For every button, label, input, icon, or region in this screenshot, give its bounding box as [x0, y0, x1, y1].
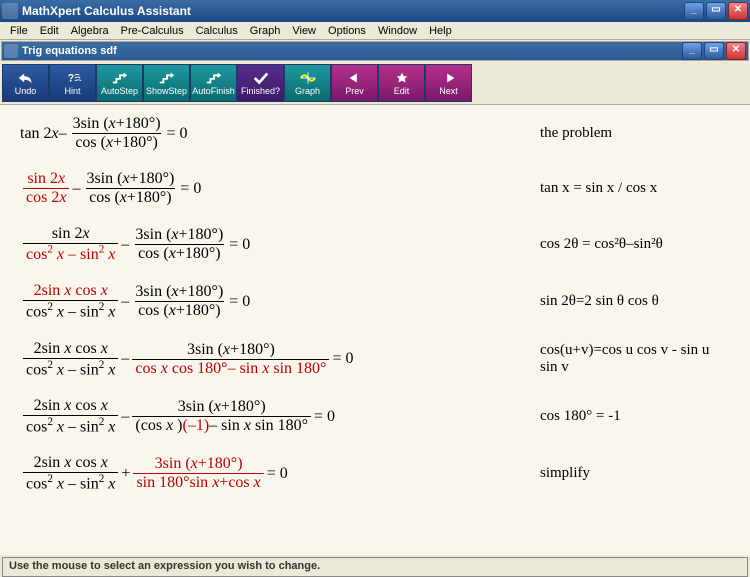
reason: cos(u+v)=cos u cos v - sin u sin v: [410, 342, 730, 376]
expression[interactable]: 2sin x cos xcos2 x – sin2 x + 3sin (x+18…: [20, 454, 410, 493]
menu-precalculus[interactable]: Pre-Calculus: [115, 23, 190, 39]
toolbar-prev-button[interactable]: Prev: [331, 64, 378, 102]
reason: cos 180° = -1: [410, 408, 730, 425]
toolbar-label: Edit: [394, 86, 410, 96]
expression[interactable]: 2sin x cos xcos2 x – sin2 x – 3sin (x+18…: [20, 397, 410, 436]
toolbar-edit-button[interactable]: Edit: [378, 64, 425, 102]
expression[interactable]: tan 2x – 3sin (x+180°)cos (x+180°) = 0: [20, 115, 410, 152]
reason: tan x = sin x / cos x: [410, 180, 730, 197]
doc-minimize-button[interactable]: _: [682, 42, 702, 60]
content-area[interactable]: tan 2x – 3sin (x+180°)cos (x+180°) = 0 t…: [0, 105, 750, 555]
toolbar-finished-button[interactable]: Finished?: [237, 64, 284, 102]
reason: cos 2θ = cos²θ–sin²θ: [410, 236, 730, 253]
close-button[interactable]: ✕: [728, 2, 748, 20]
menu-algebra[interactable]: Algebra: [65, 23, 115, 39]
step-row: tan 2x – 3sin (x+180°)cos (x+180°) = 0 t…: [20, 115, 730, 152]
toolbar-undo-button[interactable]: Undo: [2, 64, 49, 102]
doc-title: Trig equations sdf: [22, 45, 682, 57]
app-icon: [2, 3, 18, 19]
expression[interactable]: 2sin x cos xcos2 x – sin2 x – 3sin (x+18…: [20, 282, 410, 321]
menu-help[interactable]: Help: [423, 23, 458, 39]
menu-edit[interactable]: Edit: [34, 23, 65, 39]
status-bar: Use the mouse to select an expression yo…: [2, 557, 748, 577]
reason: sin 2θ=2 sin θ cos θ: [410, 293, 730, 310]
step-row: sin 2xcos2 x – sin2 x – 3sin (x+180°)cos…: [20, 225, 730, 264]
toolbar-label: Next: [439, 86, 458, 96]
toolbar-label: Graph: [295, 86, 320, 96]
expression[interactable]: 2sin x cos xcos2 x – sin2 x – 3sin (x+18…: [20, 340, 410, 379]
app-title: MathXpert Calculus Assistant: [22, 4, 684, 18]
menu-graph[interactable]: Graph: [244, 23, 287, 39]
toolbar: Undo? Hint AutoStep ShowStep AutoFinish Finis…: [0, 62, 750, 105]
toolbar-label: Prev: [345, 86, 364, 96]
expression[interactable]: sin 2xcos2 x – sin2 x – 3sin (x+180°)cos…: [20, 225, 410, 264]
toolbar-label: ShowStep: [146, 86, 187, 96]
toolbar-autostep-button[interactable]: AutoStep: [96, 64, 143, 102]
main-title-bar: MathXpert Calculus Assistant _ ▭ ✕: [0, 0, 750, 22]
menu-window[interactable]: Window: [372, 23, 423, 39]
toolbar-hint-button[interactable]: ? Hint: [49, 64, 96, 102]
toolbar-label: Finished?: [241, 86, 280, 96]
toolbar-label: AutoStep: [101, 86, 138, 96]
step-row: 2sin x cos xcos2 x – sin2 x – 3sin (x+18…: [20, 282, 730, 321]
toolbar-autofinish-button[interactable]: AutoFinish: [190, 64, 237, 102]
toolbar-showstep-button[interactable]: ShowStep: [143, 64, 190, 102]
doc-icon: [4, 44, 18, 58]
expression[interactable]: sin 2xcos 2x – 3sin (x+180°)cos (x+180°)…: [20, 170, 410, 207]
minimize-button[interactable]: _: [684, 2, 704, 20]
menu-view[interactable]: View: [286, 23, 322, 39]
reason: simplify: [410, 465, 730, 482]
toolbar-label: Hint: [64, 86, 80, 96]
doc-title-bar: Trig equations sdf _ ▭ ✕: [1, 41, 749, 61]
toolbar-graph-button[interactable]: Graph: [284, 64, 331, 102]
step-row: 2sin x cos xcos2 x – sin2 x + 3sin (x+18…: [20, 454, 730, 493]
toolbar-label: Undo: [15, 86, 37, 96]
step-row: 2sin x cos xcos2 x – sin2 x – 3sin (x+18…: [20, 340, 730, 379]
menu-bar: File Edit Algebra Pre-Calculus Calculus …: [0, 22, 750, 40]
toolbar-next-button[interactable]: Next: [425, 64, 472, 102]
menu-file[interactable]: File: [4, 23, 34, 39]
maximize-button[interactable]: ▭: [706, 2, 726, 20]
menu-calculus[interactable]: Calculus: [190, 23, 244, 39]
svg-text:?: ?: [67, 72, 74, 84]
doc-close-button[interactable]: ✕: [726, 42, 746, 60]
step-row: 2sin x cos xcos2 x – sin2 x – 3sin (x+18…: [20, 397, 730, 436]
step-row: sin 2xcos 2x – 3sin (x+180°)cos (x+180°)…: [20, 170, 730, 207]
reason: the problem: [410, 125, 730, 142]
toolbar-label: AutoFinish: [192, 86, 235, 96]
menu-options[interactable]: Options: [322, 23, 372, 39]
doc-maximize-button[interactable]: ▭: [704, 42, 724, 60]
